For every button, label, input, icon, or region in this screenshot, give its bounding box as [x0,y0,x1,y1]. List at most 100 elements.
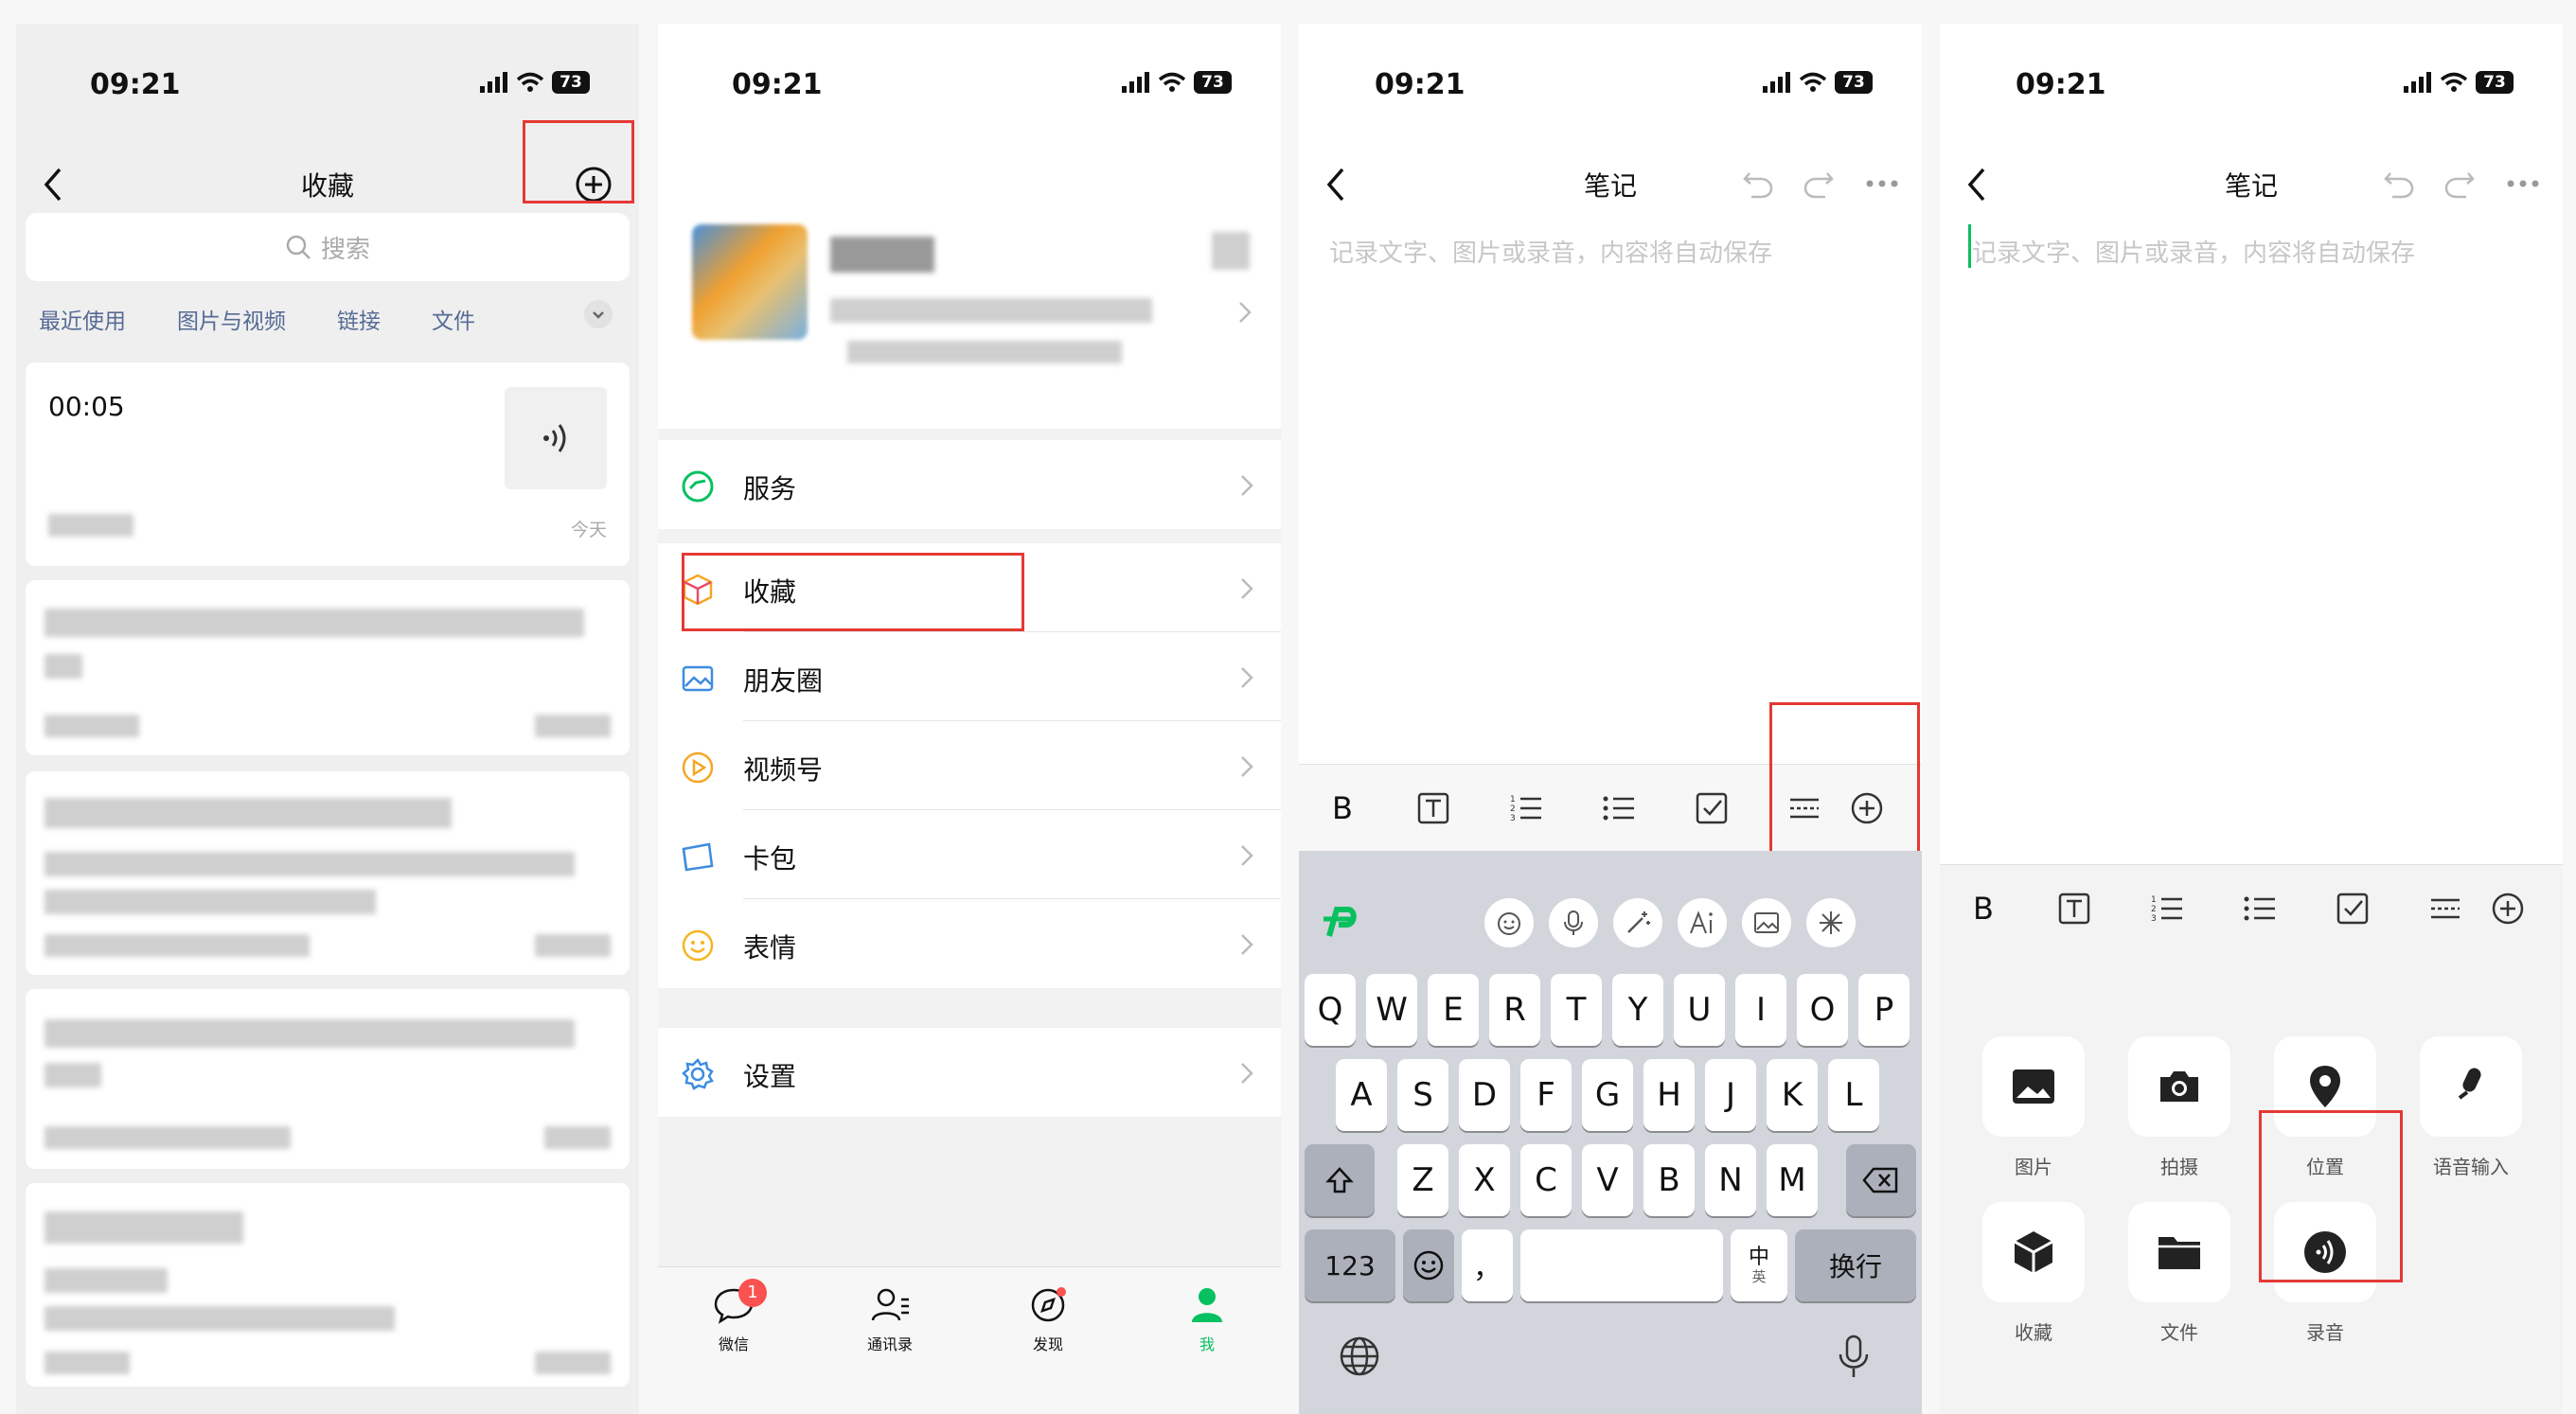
insert-file[interactable]: 文件 [2128,1202,2230,1345]
menu-item-settings[interactable]: 设置 [658,1028,1281,1117]
favorite-item-card[interactable] [26,771,630,975]
avatar[interactable] [692,224,808,340]
key-z[interactable]: Z [1397,1144,1448,1216]
key-j[interactable]: J [1705,1059,1756,1131]
more-tools-button[interactable] [1806,898,1856,947]
shift-key[interactable] [1305,1144,1375,1216]
punctuation-key[interactable]: ， [1462,1229,1513,1301]
undo-icon[interactable] [1742,169,1774,200]
divider-icon[interactable] [2428,892,2462,926]
menu-item-stickers[interactable]: 表情 [658,899,1281,988]
divider-icon[interactable] [1787,791,1821,825]
tab-chats[interactable]: 微信 1 [691,1279,776,1354]
add-circle-icon[interactable] [1850,791,1884,825]
more-icon[interactable] [1865,179,1899,188]
key-m[interactable]: M [1767,1144,1818,1216]
checkbox-icon[interactable] [2336,892,2370,926]
menu-item-channels[interactable]: 视频号 [658,721,1281,810]
key-s[interactable]: S [1397,1059,1448,1131]
key-v[interactable]: V [1582,1144,1633,1216]
key-r[interactable]: R [1489,974,1540,1046]
key-d[interactable]: D [1459,1059,1510,1131]
favorite-item-card[interactable] [26,580,630,755]
delete-key[interactable] [1846,1144,1916,1216]
tab-contacts[interactable]: 通讯录 [847,1286,933,1354]
key-k[interactable]: K [1767,1059,1818,1131]
language-switch-key[interactable]: 中英 [1731,1229,1787,1301]
insert-favorite[interactable]: 收藏 [1982,1202,2085,1345]
emoji-key[interactable] [1403,1229,1454,1301]
key-t[interactable]: T [1551,974,1602,1046]
key-a[interactable]: A [1336,1059,1387,1131]
menu-item-moments[interactable]: 朋友圈 [658,632,1281,721]
camera-icon [2160,1071,2198,1102]
key-f[interactable]: F [1520,1059,1572,1131]
bullet-list-icon[interactable] [1602,791,1636,825]
text-style-icon[interactable] [1416,791,1450,825]
ime-logo[interactable] [1316,898,1365,947]
key-q[interactable]: Q [1305,974,1356,1046]
insert-image[interactable]: 图片 [1982,1036,2085,1179]
key-c[interactable]: C [1520,1144,1572,1216]
key-o[interactable]: O [1797,974,1848,1046]
filter-links[interactable]: 链接 [337,303,381,335]
note-body-placeholder[interactable]: 记录文字、图片或录音，内容将自动保存 [1329,234,1772,269]
globe-icon[interactable] [1339,1335,1380,1377]
tab-me[interactable]: 我 [1164,1286,1250,1354]
add-circle-icon[interactable] [2491,892,2525,926]
key-e[interactable]: E [1428,974,1479,1046]
expand-filters-button[interactable] [584,300,613,328]
profile-header[interactable]: 09:21 73 [658,24,1281,429]
image-button[interactable] [1742,898,1791,947]
favorite-item-card[interactable] [26,1183,630,1387]
key-y[interactable]: Y [1612,974,1663,1046]
favorite-item-card[interactable] [26,989,630,1169]
filter-photos-videos[interactable]: 图片与视频 [177,303,286,335]
note-body-placeholder[interactable]: 记录文字、图片或录音，内容将自动保存 [1972,234,2415,269]
filter-recent[interactable]: 最近使用 [39,303,126,335]
insert-location[interactable]: 位置 [2274,1036,2376,1179]
redo-icon[interactable] [2443,169,2476,200]
svg-text:3: 3 [2151,914,2157,924]
dictation-microphone-icon[interactable] [1835,1334,1873,1381]
bold-button[interactable]: B [1966,891,2000,927]
add-circle-icon[interactable] [575,166,613,203]
key-b[interactable]: B [1643,1144,1695,1216]
menu-item-cards[interactable]: 卡包 [658,810,1281,899]
key-x[interactable]: X [1459,1144,1510,1216]
key-u[interactable]: U [1674,974,1725,1046]
numbered-list-icon[interactable]: 123 [2150,892,2184,926]
menu-item-favorites[interactable]: 收藏 [658,543,1281,632]
redo-icon[interactable] [1803,169,1835,200]
emoji-ai-button[interactable] [1484,898,1534,947]
insert-voice-input[interactable]: 语音输入 [2420,1036,2522,1179]
checkbox-icon[interactable] [1695,791,1729,825]
voice-input-button[interactable] [1549,898,1598,947]
text-style-icon[interactable] [2057,892,2091,926]
menu-item-services[interactable]: 服务 [658,440,1281,529]
key-p[interactable]: P [1858,974,1910,1046]
key-h[interactable]: H [1643,1059,1695,1131]
key-n[interactable]: N [1705,1144,1756,1216]
insert-recording[interactable]: 录音 [2274,1202,2376,1345]
insert-panel: 图片 拍摄 位置 语音输入 收藏 文件 录音 [1940,951,2563,1414]
ai-text-button[interactable] [1678,898,1727,947]
numbered-list-icon[interactable]: 123 [1509,791,1543,825]
more-icon[interactable] [2506,179,2540,188]
key-l[interactable]: L [1828,1059,1879,1131]
return-key[interactable]: 换行 [1795,1229,1916,1301]
key-w[interactable]: W [1366,974,1417,1046]
filter-files[interactable]: 文件 [432,303,475,335]
key-g[interactable]: G [1582,1059,1633,1131]
undo-icon[interactable] [2383,169,2415,200]
bold-button[interactable]: B [1325,790,1359,826]
search-input[interactable]: 搜索 [26,213,630,281]
bullet-list-icon[interactable] [2243,892,2277,926]
voice-favorite-card[interactable]: 00:05 今天 [26,362,630,566]
tab-discover[interactable]: 发现 [1005,1286,1091,1354]
key-i[interactable]: I [1735,974,1786,1046]
insert-camera[interactable]: 拍摄 [2128,1036,2230,1179]
numbers-key[interactable]: 123 [1305,1229,1395,1301]
magic-wand-button[interactable] [1613,898,1662,947]
space-key[interactable] [1520,1229,1723,1301]
